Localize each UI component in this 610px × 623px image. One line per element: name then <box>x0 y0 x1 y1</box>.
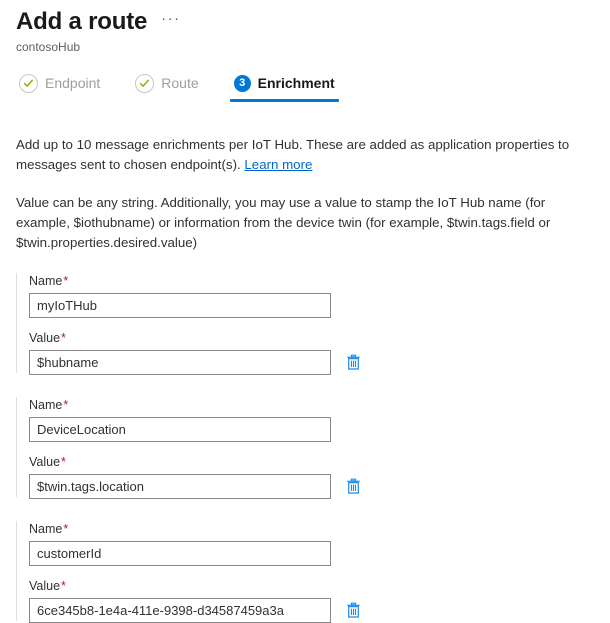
name-input-row <box>29 417 594 442</box>
value-label-text: Value <box>29 455 61 469</box>
name-input-row <box>29 293 594 318</box>
value-field-label: Value* <box>29 330 594 347</box>
required-marker: * <box>63 522 69 536</box>
delete-enrichment-button[interactable] <box>344 353 362 373</box>
value-field-label: Value* <box>29 578 594 595</box>
tab-enrichment[interactable]: 3 Enrichment <box>229 68 339 102</box>
delete-enrichment-button[interactable] <box>344 601 362 621</box>
enrichment-group: Name* Value* <box>16 397 594 499</box>
page-subtitle: contosoHub <box>16 40 81 54</box>
name-input-row <box>29 541 594 566</box>
value-field: Value* <box>29 578 594 623</box>
enrichment-group: Name* Value* <box>16 273 594 375</box>
input-row-spacer <box>344 296 362 316</box>
value-label-text: Value <box>29 579 61 593</box>
value-input-row <box>29 474 594 499</box>
name-label-text: Name <box>29 274 63 288</box>
check-icon <box>19 73 38 93</box>
learn-more-link[interactable]: Learn more <box>244 157 312 172</box>
name-field: Name* <box>29 273 594 318</box>
page-title: Add a route <box>16 8 148 35</box>
value-field: Value* <box>29 454 594 499</box>
more-options-icon[interactable]: ··· <box>157 8 185 36</box>
main-content: Add up to 10 message enrichments per IoT… <box>0 135 610 623</box>
enrichment-list: Name* Value* <box>16 273 594 623</box>
input-row-spacer <box>344 420 362 440</box>
required-marker: * <box>63 398 69 412</box>
enrichment-group: Name* Value* <box>16 521 594 623</box>
name-field: Name* <box>29 521 594 566</box>
name-field-label: Name* <box>29 273 594 290</box>
required-marker: * <box>61 331 66 345</box>
required-marker: * <box>63 274 69 288</box>
required-marker: * <box>61 579 66 593</box>
enrichment-value-input[interactable] <box>29 350 331 375</box>
trash-icon <box>346 478 361 495</box>
description-paragraph-2: Value can be any string. Additionally, y… <box>16 195 551 250</box>
value-input-row <box>29 350 594 375</box>
value-field: Value* <box>29 330 594 375</box>
wizard-tabs: Endpoint Route 3 Enrichment <box>0 68 610 102</box>
value-label-text: Value <box>29 331 61 345</box>
tab-enrichment-label: Enrichment <box>257 75 335 91</box>
title-row: Add a route ··· <box>16 8 610 36</box>
enrichment-name-input[interactable] <box>29 417 331 442</box>
tab-active-underline <box>229 99 339 102</box>
input-row-spacer <box>344 544 362 564</box>
description-paragraph-1: Add up to 10 message enrichments per IoT… <box>16 135 582 175</box>
tab-route[interactable]: Route <box>131 68 202 98</box>
value-input-row <box>29 598 594 623</box>
enrichment-name-input[interactable] <box>29 541 331 566</box>
required-marker: * <box>61 455 66 469</box>
name-field: Name* <box>29 397 594 442</box>
trash-icon <box>346 602 361 619</box>
trash-icon <box>346 354 361 371</box>
name-field-label: Name* <box>29 397 594 414</box>
tab-route-label: Route <box>161 75 199 91</box>
name-field-label: Name* <box>29 521 594 538</box>
name-label-text: Name <box>29 398 63 412</box>
enrichment-name-input[interactable] <box>29 293 331 318</box>
tab-endpoint[interactable]: Endpoint <box>15 68 104 98</box>
page-header: Add a route ··· contosoHub <box>0 0 610 55</box>
value-field-label: Value* <box>29 454 594 471</box>
delete-enrichment-button[interactable] <box>344 477 362 497</box>
name-label-text: Name <box>29 522 63 536</box>
enrichment-value-input[interactable] <box>29 474 331 499</box>
tab-endpoint-label: Endpoint <box>45 75 101 91</box>
step-number-badge: 3 <box>233 74 251 92</box>
enrichment-value-input[interactable] <box>29 598 331 623</box>
check-icon <box>135 73 155 93</box>
